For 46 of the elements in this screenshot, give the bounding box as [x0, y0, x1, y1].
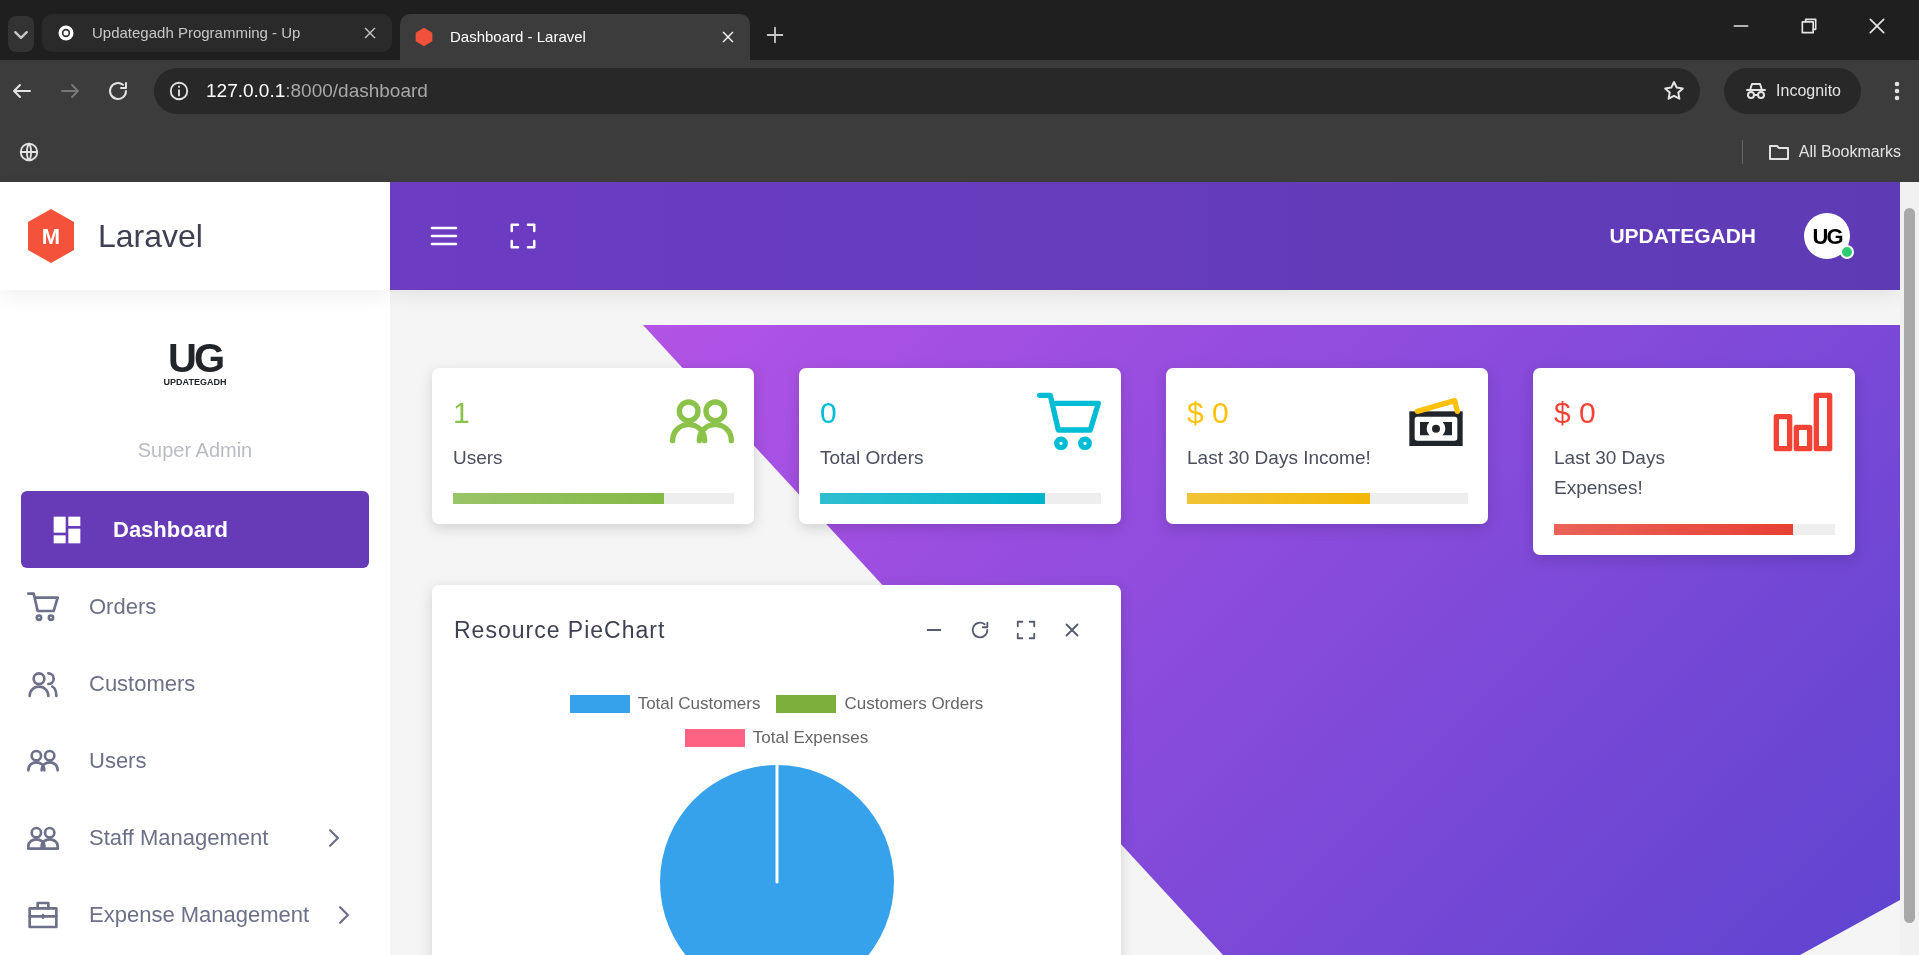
username: UPDATEGADH	[1609, 223, 1756, 250]
legend-label: Total Expenses	[752, 726, 869, 749]
stat-label: Last 30 Days Expenses!	[1554, 446, 1666, 501]
stat-value: 0	[820, 395, 838, 431]
address-bar[interactable]: 127.0.0.1:8000/dashboard	[154, 68, 1701, 114]
scrollbar[interactable]	[1900, 182, 1919, 955]
reload-icon[interactable]	[106, 79, 130, 103]
sidebar-item[interactable]: Dashboard	[21, 491, 369, 568]
caret-down-icon	[14, 30, 28, 39]
sidebar-item[interactable]: Customers	[21, 645, 369, 722]
stat-label: Total Orders	[820, 446, 925, 470]
url-text: 127.0.0.1:8000/dashboard	[206, 78, 429, 103]
info-icon	[168, 80, 190, 102]
sidebar-item[interactable]: Users	[21, 722, 369, 799]
user-role: Super Admin	[136, 438, 254, 463]
stat-label: Users	[453, 446, 504, 470]
stat-value: 1	[453, 395, 471, 431]
sidebar-item[interactable]: Orders	[21, 568, 369, 645]
legend-label: Customers Orders	[844, 693, 984, 716]
fullscreen-icon[interactable]	[508, 221, 538, 251]
restore-icon[interactable]	[1799, 16, 1819, 36]
chart-title: Resource PieChart	[454, 615, 667, 645]
stat-value: $ 0	[1187, 395, 1230, 431]
tab-search-button[interactable]	[8, 16, 34, 52]
legend-label: Total Customers	[637, 693, 761, 716]
user-logo: UG UPDATEGADH	[163, 338, 227, 387]
browser-tab[interactable]: Updategadh Programming - Up	[42, 14, 392, 52]
hexagon-logo-icon: M	[26, 208, 76, 264]
stat-value: $ 0	[1554, 395, 1597, 431]
fullscreen-icon[interactable]	[1015, 619, 1037, 642]
stat-label: Last 30 Days Income!	[1187, 446, 1372, 470]
sidebar-item[interactable]: Expense Management	[21, 876, 369, 953]
browser-tab[interactable]: Dashboard - Laravel	[400, 14, 750, 60]
tab-title: Dashboard - Laravel	[450, 26, 587, 47]
tab-title: Updategadh Programming - Up	[92, 22, 302, 43]
cart-icon	[27, 590, 59, 623]
brand-name: Laravel	[98, 217, 203, 256]
bar-chart-icon	[1771, 390, 1835, 454]
hexagon-logo-icon	[414, 27, 434, 47]
star-icon[interactable]	[1662, 79, 1687, 103]
all-bookmarks-button[interactable]: All Bookmarks	[1741, 140, 1901, 164]
close-icon[interactable]	[1867, 16, 1887, 36]
close-icon[interactable]	[362, 25, 378, 41]
close-icon[interactable]	[720, 29, 736, 45]
sidebar-item[interactable]: Staff Management	[21, 799, 369, 876]
incognito-button[interactable]: Incognito	[1724, 68, 1861, 114]
